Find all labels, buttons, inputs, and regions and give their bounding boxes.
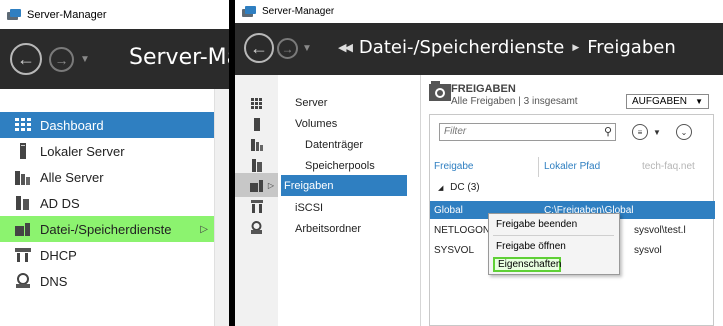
sidebar-item-label: Datei-/Speicherdienste [40,221,172,237]
subnav-item-volumes[interactable]: Volumes [281,113,407,134]
back-arrow-icon[interactable]: ← [10,43,42,75]
share-path: sysvol\test.l [634,225,686,236]
sidebar-item-label: Alle Server [40,169,104,185]
ad-ds-icon [14,195,32,211]
sidebar-item-label: Lokaler Server [40,143,125,159]
sidebar-item-dashboard[interactable]: Dashboard [0,112,214,138]
view-options: ≡ ▼ ⌄ [632,124,692,140]
column-divider[interactable] [538,157,539,177]
left-sidebar: Dashboard Lokaler Server Alle Server AD … [0,112,214,294]
sidebar-item-datei-speicherdienste[interactable]: Datei-/Speicherdienste ▷ [0,216,214,242]
subnav-item-server[interactable]: Server [281,92,407,113]
panel-subtitle: Alle Freigaben | 3 insgesamt [451,96,578,107]
dashboard-grid-icon [14,117,32,133]
left-title-bar: Server-Manager [0,0,229,29]
sidebar-item-dhcp[interactable]: DHCP [0,242,214,268]
tasks-dropdown-button[interactable]: AUFGABEN ▼ [626,94,709,109]
sidebar-item-ad-ds[interactable]: AD DS [0,190,214,216]
breadcrumb-item-freigaben[interactable]: Freigaben [587,37,676,58]
dhcp-icon [14,247,32,263]
left-window-title: Server-Manager [27,8,107,21]
server-icon [14,143,32,159]
watermark: tech-faq.net [642,161,695,172]
context-menu: Freigabe beenden Freigabe öffnen Eigensc… [488,213,620,275]
expand-arrow-icon: ▷ [267,180,274,190]
subnav-item-arbeitsordner[interactable]: Arbeitsordner [281,218,407,239]
share-name: SYSVOL [434,245,475,256]
servers-icon [14,169,32,185]
subnav-item-datentraeger[interactable]: Datenträger [281,134,407,155]
filter-input[interactable]: Filter ⚲ [439,123,616,141]
menu-item-eigenschaften[interactable]: Eigenschaften [493,257,561,272]
options-dropdown-icon[interactable]: ▼ [653,128,661,137]
left-window: Server-Manager ← → ▼ Server-Ma Dashboard… [0,0,229,326]
left-scrollbar[interactable] [214,89,229,326]
search-icon[interactable]: ⚲ [604,125,612,138]
sidebar-item-label: AD DS [40,195,80,211]
sidebar-item-label: Dashboard [40,117,104,133]
menu-item-freigabe-oeffnen[interactable]: Freigabe öffnen [489,237,619,255]
sidebar-item-label: DNS [40,273,68,289]
subnav-item-iscsi[interactable]: iSCSI [281,197,407,218]
share-name: NETLOGON [434,225,491,236]
filter-placeholder: Filter [444,126,467,137]
column-header-freigabe[interactable]: Freigabe [434,161,473,172]
breadcrumb-item-datei-speicherdienste[interactable]: Datei-/Speicherdienste [359,37,564,58]
group-label: DC (3) [450,182,480,193]
share-path: sysvol [634,245,662,256]
menu-separator [493,235,614,236]
history-dropdown-icon[interactable]: ▼ [80,54,90,65]
tasks-label: AUFGABEN [632,96,688,107]
list-options-icon[interactable]: ≡ [632,124,648,140]
dns-icon[interactable] [235,215,278,239]
sidebar-item-lokaler-server[interactable]: Lokaler Server [0,138,214,164]
subnav-item-freigaben[interactable]: Freigaben [281,175,407,196]
forward-arrow-icon[interactable]: → [49,47,74,72]
sidebar-item-alle-server[interactable]: Alle Server [0,164,214,190]
server-manager-app-icon [7,8,21,21]
right-header-bar: ← → ▼ ◀◀ Datei-/Speicherdienste ▶ Freiga… [235,23,723,75]
breadcrumb: ◀◀ Datei-/Speicherdienste ▶ Freigaben [338,37,676,58]
right-title-bar: Server-Manager [235,0,723,23]
collapse-triangle-icon[interactable]: ◢ [438,185,443,192]
right-window: Server-Manager ← → ▼ ◀◀ Datei-/Speicherd… [235,0,723,326]
dns-icon [14,273,32,289]
panel-title: FREIGABEN [451,83,516,95]
left-header-title: Server-Ma [129,45,229,70]
forward-arrow-icon[interactable]: → [277,38,298,59]
chevron-down-icon: ▼ [695,97,703,106]
left-header-bar: ← → ▼ Server-Ma [0,29,229,89]
subnav-item-speicherpools[interactable]: Speicherpools [281,155,407,176]
section-icon-column: ▷ [235,75,278,326]
sidebar-item-label: DHCP [40,247,77,263]
menu-item-freigabe-beenden[interactable]: Freigabe beenden [489,215,619,233]
breadcrumb-separator-icon: ▶ [572,42,580,53]
column-header-lokaler-pfad[interactable]: Lokaler Pfad [544,161,600,172]
breadcrumb-root-icon[interactable]: ◀◀ [338,41,353,54]
share-name: Global [434,205,463,216]
shares-panel-icon [429,81,453,108]
sidebar-item-dns[interactable]: DNS [0,268,214,294]
group-header[interactable]: ◢ DC (3) [438,182,480,193]
expand-arrow-icon: ▷ [200,223,208,235]
expand-circle-icon[interactable]: ⌄ [675,124,692,140]
back-arrow-icon[interactable]: ← [244,33,274,63]
file-storage-icon [14,221,32,237]
server-manager-app-icon [242,5,256,18]
column-headers: Freigabe Lokaler Pfad tech-faq.net [430,157,715,177]
history-dropdown-icon[interactable]: ▼ [302,43,312,54]
right-window-title: Server-Manager [262,6,335,17]
shares-panel: FREIGABEN Alle Freigaben | 3 insgesamt A… [420,75,723,326]
